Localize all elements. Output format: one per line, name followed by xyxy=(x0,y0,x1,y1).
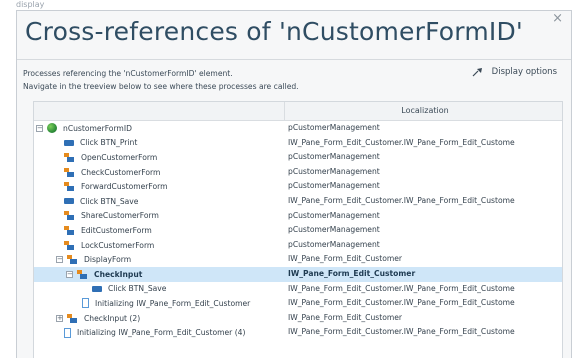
tree-row-localization: IW_Pane_Form_Edit_Customer.IW_Pane_Form_… xyxy=(288,283,515,293)
tree-row[interactable]: ForwardCustomerForm pCustomerManagement xyxy=(34,179,562,194)
tree-row-name-cell: ShareCustomerForm xyxy=(34,209,314,224)
references-treeview[interactable]: Localization − nCustomerFormID pCustomerMa… xyxy=(33,101,563,358)
monitor-icon xyxy=(64,139,74,146)
flow-icon xyxy=(64,152,75,162)
flow-icon xyxy=(64,225,75,235)
flow-icon xyxy=(64,167,75,177)
monitor-icon xyxy=(64,198,74,205)
collapse-icon[interactable]: − xyxy=(56,256,63,264)
tree-row-label: DisplayForm xyxy=(84,255,132,265)
tree-row-name-cell: − CheckInput xyxy=(34,267,316,282)
tree-row-localization: IW_Pane_Form_Edit_Customer.IW_Pane_Form_… xyxy=(288,327,515,337)
tree-row-localization: pCustomerManagement xyxy=(288,181,380,191)
tree-row-label: nCustomerFormID xyxy=(63,123,132,133)
collapse-icon[interactable]: − xyxy=(36,124,43,132)
tree-row-localization: pCustomerManagement xyxy=(288,152,380,162)
tree-row-localization: IW_Pane_Form_Edit_Customer.IW_Pane_Form_… xyxy=(288,195,515,205)
tree-row-name-cell: CheckCustomerForm xyxy=(34,165,314,180)
tree-row-label: Click BTN_Save xyxy=(108,284,167,294)
tree-row-name-cell: EditCustomerForm xyxy=(34,223,314,238)
tree-row-label: EditCustomerForm xyxy=(81,225,152,235)
cross-references-dialog: Cross-references of 'nCustomerFormID' × … xyxy=(16,10,572,358)
tree-row-localization: pCustomerManagement xyxy=(288,166,380,176)
tree-row[interactable]: + CheckInput (2) IW_Pane_Form_Edit_Custome… xyxy=(34,311,562,326)
dialog-title: Cross-references of 'nCustomerFormID' xyxy=(25,17,523,46)
description-line-1: Processes referencing the 'nCustomerForm… xyxy=(23,69,233,78)
flow-icon xyxy=(67,313,78,323)
globe-icon xyxy=(47,123,57,134)
close-icon[interactable]: × xyxy=(552,11,563,26)
tree-row-localization: IW_Pane_Form_Edit_Customer xyxy=(288,254,403,264)
tree-row-localization: pCustomerManagement xyxy=(288,123,380,132)
tree-row[interactable]: Click BTN_Save IW_Pane_Form_Edit_Customer… xyxy=(34,194,562,209)
column-header-localization[interactable]: Localization xyxy=(284,102,562,120)
tree-row-localization: IW_Pane_Form_Edit_Customer.IW_Pane_Form_… xyxy=(288,298,515,308)
tree-row-label: LockCustomerForm xyxy=(81,240,155,250)
tree-row-localization: pCustomerManagement xyxy=(288,210,380,220)
collapse-icon[interactable]: − xyxy=(66,270,73,278)
tree-row-name-cell: − DisplayForm xyxy=(34,252,306,267)
display-options-label: Display options xyxy=(491,66,557,77)
description-line-2: Navigate in the treeview below to see wh… xyxy=(23,82,299,91)
tree-row-name-cell: Click BTN_Print xyxy=(34,136,314,151)
tree-row-name-cell: LockCustomerForm xyxy=(34,238,314,253)
tree-row-localization: pCustomerManagement xyxy=(288,225,380,235)
tree-row[interactable]: − DisplayForm IW_Pane_Form_Edit_Customer xyxy=(34,252,562,267)
expand-icon[interactable]: + xyxy=(56,314,63,322)
tree-row-name-cell: − nCustomerFormID xyxy=(34,121,286,136)
tree-row-localization: pCustomerManagement xyxy=(288,239,380,249)
tree-row-label: CheckInput (2) xyxy=(84,313,141,323)
tree-row-label: CheckCustomerForm xyxy=(81,167,161,177)
tree-row[interactable]: ShareCustomerForm pCustomerManagement xyxy=(34,209,562,224)
tree-row[interactable]: LockCustomerForm pCustomerManagement xyxy=(34,238,562,253)
flow-icon xyxy=(64,211,75,221)
monitor-icon xyxy=(92,285,102,292)
pin-icon xyxy=(472,67,482,76)
tree-row-label: OpenCustomerForm xyxy=(81,152,158,162)
display-options-button[interactable]: Display options xyxy=(472,63,557,80)
tree-row-name-cell: Initializing IW_Pane_Form_Edit_Customer … xyxy=(34,325,314,340)
tree-row[interactable]: Click BTN_Print IW_Pane_Form_Edit_Custome… xyxy=(34,136,562,151)
tree-row-localization: IW_Pane_Form_Edit_Customer xyxy=(288,312,403,322)
flow-icon xyxy=(64,240,75,250)
tree-row[interactable]: CheckCustomerForm pCustomerManagement xyxy=(34,165,562,180)
tree-row-label: Click BTN_Print xyxy=(80,138,138,148)
tree-row[interactable]: Initializing IW_Pane_Form_Edit_Customer I… xyxy=(34,296,562,311)
tree-row[interactable]: EditCustomerForm pCustomerManagement xyxy=(34,223,562,238)
tree-row[interactable]: − CheckInput IW_Pane_Form_Edit_Customer xyxy=(34,266,562,282)
tree-row-label: ShareCustomerForm xyxy=(81,211,159,221)
tree-rows: − nCustomerFormID pCustomerManagement Click… xyxy=(34,121,562,340)
tree-row-label: ForwardCustomerForm xyxy=(81,182,168,192)
flow-icon xyxy=(64,182,75,192)
doc-icon xyxy=(64,327,71,338)
tree-row-localization: IW_Pane_Form_Edit_Customer.IW_Pane_Form_… xyxy=(288,137,515,147)
tree-row-localization: IW_Pane_Form_Edit_Customer xyxy=(288,268,416,278)
flow-icon xyxy=(77,269,88,279)
tree-row-name-cell: OpenCustomerForm xyxy=(34,150,314,165)
tree-row-name-cell: Click BTN_Save xyxy=(34,194,314,209)
tree-row-label: Initializing IW_Pane_Form_Edit_Customer xyxy=(95,298,251,308)
tree-header: Localization xyxy=(34,102,562,121)
doc-icon xyxy=(82,298,89,309)
tree-row-label: Initializing IW_Pane_Form_Edit_Customer … xyxy=(77,328,246,338)
top-clipped-text: display xyxy=(16,0,45,9)
tree-row[interactable]: Initializing IW_Pane_Form_Edit_Customer … xyxy=(34,325,562,340)
tree-row[interactable]: − nCustomerFormID pCustomerManagement xyxy=(34,121,562,136)
tree-row[interactable]: OpenCustomerForm pCustomerManagement xyxy=(34,150,562,165)
tree-row-label: CheckInput xyxy=(94,269,143,279)
tree-row-label: Click BTN_Save xyxy=(80,196,139,206)
tree-row-name-cell: ForwardCustomerForm xyxy=(34,179,314,194)
tree-row[interactable]: Click BTN_Save IW_Pane_Form_Edit_Customer… xyxy=(34,282,562,297)
tree-row-name-cell: + CheckInput (2) xyxy=(34,311,306,326)
flow-icon xyxy=(67,255,78,265)
title-divider xyxy=(17,59,571,60)
